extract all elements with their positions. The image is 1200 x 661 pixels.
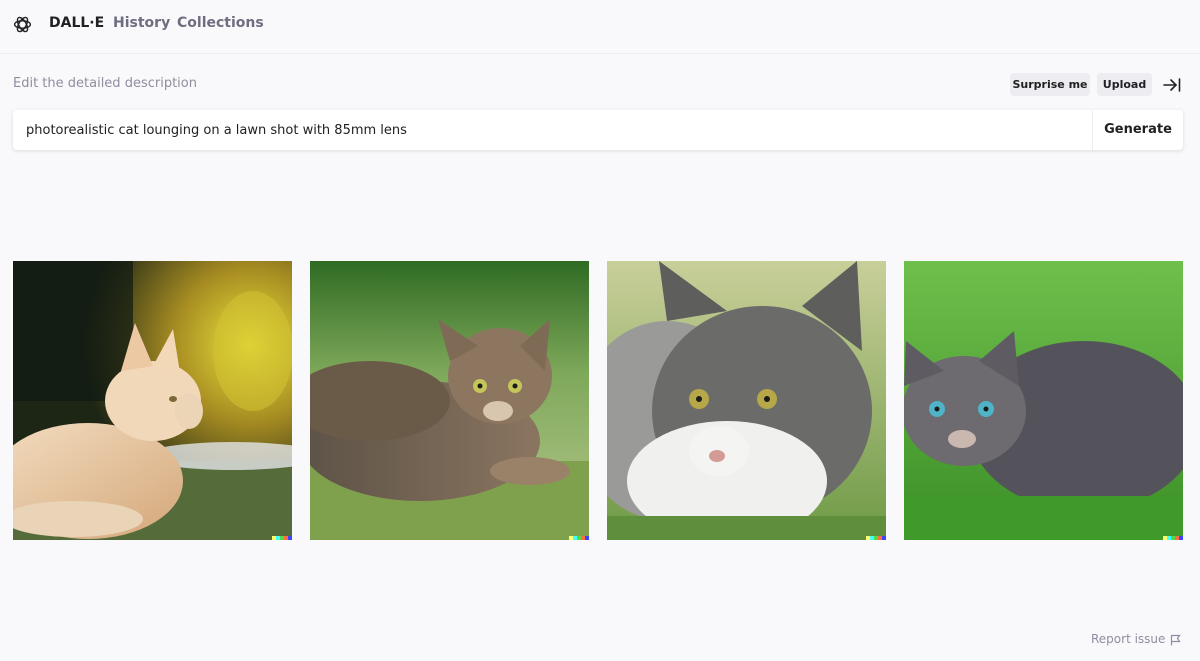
result-image-4[interactable] [904,261,1183,540]
surprise-me-button[interactable]: Surprise me [1010,73,1090,96]
result-image-3-artwork [607,261,886,540]
dalle-signature-mark [1163,536,1183,540]
result-image-1[interactable] [13,261,292,540]
top-navigation-bar: DALL·E History Collections [0,0,1200,54]
nav-link-history[interactable]: History [113,15,170,31]
report-issue-link[interactable]: Report issue [1091,632,1165,646]
prompt-input[interactable] [13,110,1091,150]
generate-button[interactable]: Generate [1093,110,1183,150]
openai-logo-icon[interactable] [12,14,33,35]
flag-icon[interactable] [1170,634,1181,646]
upload-button[interactable]: Upload [1097,73,1152,96]
dalle-signature-mark [272,536,292,540]
result-image-2-artwork [310,261,589,540]
result-image-2[interactable] [310,261,589,540]
nav-link-collections[interactable]: Collections [177,15,264,31]
result-image-4-artwork [904,261,1183,540]
result-image-1-artwork [13,261,292,540]
collapse-panel-icon[interactable] [1163,77,1181,93]
dalle-signature-mark [866,536,886,540]
prompt-label: Edit the detailed description [13,76,197,91]
nav-brand-dalle[interactable]: DALL·E [49,15,104,31]
prompt-bar: Generate [13,110,1183,150]
result-image-3[interactable] [607,261,886,540]
dalle-signature-mark [569,536,589,540]
